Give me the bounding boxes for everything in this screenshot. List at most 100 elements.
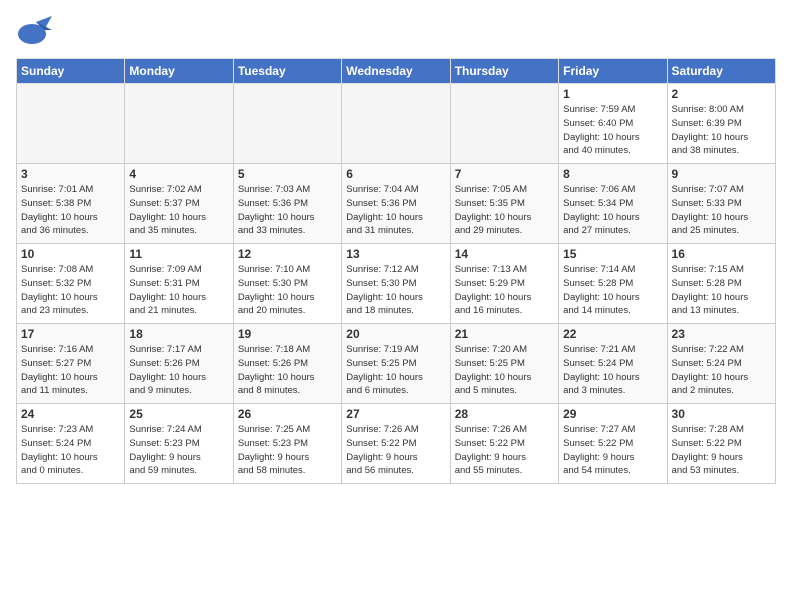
day-info: Sunrise: 7:22 AM Sunset: 5:24 PM Dayligh… [672, 343, 771, 398]
day-number: 9 [672, 167, 771, 181]
day-info: Sunrise: 7:23 AM Sunset: 5:24 PM Dayligh… [21, 423, 120, 478]
calendar-cell: 21 Sunrise: 7:20 AM Sunset: 5:25 PM Dayli… [450, 324, 558, 404]
calendar-cell: 5 Sunrise: 7:03 AM Sunset: 5:36 PM Daylig… [233, 164, 341, 244]
day-number: 23 [672, 327, 771, 341]
calendar-cell [342, 84, 450, 164]
day-info: Sunrise: 7:07 AM Sunset: 5:33 PM Dayligh… [672, 183, 771, 238]
day-info: Sunrise: 7:09 AM Sunset: 5:31 PM Dayligh… [129, 263, 228, 318]
day-info: Sunrise: 7:26 AM Sunset: 5:22 PM Dayligh… [455, 423, 554, 478]
day-info: Sunrise: 7:19 AM Sunset: 5:25 PM Dayligh… [346, 343, 445, 398]
day-number: 14 [455, 247, 554, 261]
calendar-weekday-wednesday: Wednesday [342, 59, 450, 84]
calendar-cell: 30Sunrise: 7:28 AM Sunset: 5:22 PM Dayli… [667, 404, 775, 484]
day-info: Sunrise: 7:13 AM Sunset: 5:29 PM Dayligh… [455, 263, 554, 318]
calendar-cell: 2 Sunrise: 8:00 AM Sunset: 6:39 PM Daylig… [667, 84, 775, 164]
day-number: 1 [563, 87, 662, 101]
day-number: 8 [563, 167, 662, 181]
calendar-cell [17, 84, 125, 164]
logo [16, 16, 56, 48]
day-info: Sunrise: 7:14 AM Sunset: 5:28 PM Dayligh… [563, 263, 662, 318]
day-info: Sunrise: 7:03 AM Sunset: 5:36 PM Dayligh… [238, 183, 337, 238]
calendar-cell: 22 Sunrise: 7:21 AM Sunset: 5:24 PM Dayli… [559, 324, 667, 404]
day-info: Sunrise: 8:00 AM Sunset: 6:39 PM Dayligh… [672, 103, 771, 158]
day-info: Sunrise: 7:06 AM Sunset: 5:34 PM Dayligh… [563, 183, 662, 238]
calendar-cell: 12Sunrise: 7:10 AM Sunset: 5:30 PM Dayli… [233, 244, 341, 324]
calendar-weekday-saturday: Saturday [667, 59, 775, 84]
day-info: Sunrise: 7:12 AM Sunset: 5:30 PM Dayligh… [346, 263, 445, 318]
calendar-cell: 7 Sunrise: 7:05 AM Sunset: 5:35 PM Daylig… [450, 164, 558, 244]
day-info: Sunrise: 7:27 AM Sunset: 5:22 PM Dayligh… [563, 423, 662, 478]
calendar-cell: 13 Sunrise: 7:12 AM Sunset: 5:30 PM Dayli… [342, 244, 450, 324]
day-number: 20 [346, 327, 445, 341]
calendar-body: 1 Sunrise: 7:59 AM Sunset: 6:40 PM Daylig… [17, 84, 776, 484]
calendar-cell: 29 Sunrise: 7:27 AM Sunset: 5:22 PM Dayli… [559, 404, 667, 484]
calendar-cell: 8 Sunrise: 7:06 AM Sunset: 5:34 PM Daylig… [559, 164, 667, 244]
day-number: 2 [672, 87, 771, 101]
day-info: Sunrise: 7:01 AM Sunset: 5:38 PM Dayligh… [21, 183, 120, 238]
day-info: Sunrise: 7:04 AM Sunset: 5:36 PM Dayligh… [346, 183, 445, 238]
day-number: 5 [238, 167, 337, 181]
day-number: 27 [346, 407, 445, 421]
logo-icon [16, 16, 52, 48]
day-number: 22 [563, 327, 662, 341]
day-info: Sunrise: 7:59 AM Sunset: 6:40 PM Dayligh… [563, 103, 662, 158]
calendar-cell: 26 Sunrise: 7:25 AM Sunset: 5:23 PM Dayli… [233, 404, 341, 484]
day-info: Sunrise: 7:20 AM Sunset: 5:25 PM Dayligh… [455, 343, 554, 398]
calendar-cell: 19 Sunrise: 7:18 AM Sunset: 5:26 PM Dayli… [233, 324, 341, 404]
day-number: 15 [563, 247, 662, 261]
day-number: 16 [672, 247, 771, 261]
day-number: 7 [455, 167, 554, 181]
calendar-week-row: 17 Sunrise: 7:16 AM Sunset: 5:27 PM Dayli… [17, 324, 776, 404]
calendar-weekday-sunday: Sunday [17, 59, 125, 84]
calendar-cell: 24 Sunrise: 7:23 AM Sunset: 5:24 PM Dayli… [17, 404, 125, 484]
calendar-cell: 9 Sunrise: 7:07 AM Sunset: 5:33 PM Daylig… [667, 164, 775, 244]
calendar-weekday-friday: Friday [559, 59, 667, 84]
calendar-cell: 16 Sunrise: 7:15 AM Sunset: 5:28 PM Dayli… [667, 244, 775, 324]
calendar-header-row: SundayMondayTuesdayWednesdayThursdayFrid… [17, 59, 776, 84]
day-number: 25 [129, 407, 228, 421]
calendar-cell: 3Sunrise: 7:01 AM Sunset: 5:38 PM Daylig… [17, 164, 125, 244]
calendar-cell: 6 Sunrise: 7:04 AM Sunset: 5:36 PM Daylig… [342, 164, 450, 244]
day-number: 17 [21, 327, 120, 341]
day-number: 11 [129, 247, 228, 261]
day-number: 6 [346, 167, 445, 181]
calendar-cell: 11 Sunrise: 7:09 AM Sunset: 5:31 PM Dayli… [125, 244, 233, 324]
day-number: 21 [455, 327, 554, 341]
calendar-weekday-tuesday: Tuesday [233, 59, 341, 84]
calendar-week-row: 3Sunrise: 7:01 AM Sunset: 5:38 PM Daylig… [17, 164, 776, 244]
day-number: 12 [238, 247, 337, 261]
calendar-weekday-monday: Monday [125, 59, 233, 84]
day-number: 29 [563, 407, 662, 421]
day-info: Sunrise: 7:21 AM Sunset: 5:24 PM Dayligh… [563, 343, 662, 398]
day-info: Sunrise: 7:02 AM Sunset: 5:37 PM Dayligh… [129, 183, 228, 238]
calendar-table: SundayMondayTuesdayWednesdayThursdayFrid… [16, 58, 776, 484]
day-info: Sunrise: 7:25 AM Sunset: 5:23 PM Dayligh… [238, 423, 337, 478]
calendar-cell: 20 Sunrise: 7:19 AM Sunset: 5:25 PM Dayli… [342, 324, 450, 404]
calendar-cell [233, 84, 341, 164]
calendar-cell: 28 Sunrise: 7:26 AM Sunset: 5:22 PM Dayli… [450, 404, 558, 484]
day-number: 10 [21, 247, 120, 261]
calendar-cell: 27 Sunrise: 7:26 AM Sunset: 5:22 PM Dayli… [342, 404, 450, 484]
calendar-cell: 18Sunrise: 7:17 AM Sunset: 5:26 PM Dayli… [125, 324, 233, 404]
calendar-cell [125, 84, 233, 164]
calendar-cell: 10Sunrise: 7:08 AM Sunset: 5:32 PM Dayli… [17, 244, 125, 324]
calendar-weekday-thursday: Thursday [450, 59, 558, 84]
day-number: 24 [21, 407, 120, 421]
day-info: Sunrise: 7:17 AM Sunset: 5:26 PM Dayligh… [129, 343, 228, 398]
day-number: 19 [238, 327, 337, 341]
day-number: 4 [129, 167, 228, 181]
calendar-cell: 17 Sunrise: 7:16 AM Sunset: 5:27 PM Dayli… [17, 324, 125, 404]
day-info: Sunrise: 7:18 AM Sunset: 5:26 PM Dayligh… [238, 343, 337, 398]
day-info: Sunrise: 7:16 AM Sunset: 5:27 PM Dayligh… [21, 343, 120, 398]
calendar-cell: 23 Sunrise: 7:22 AM Sunset: 5:24 PM Dayli… [667, 324, 775, 404]
calendar-cell: 15 Sunrise: 7:14 AM Sunset: 5:28 PM Dayli… [559, 244, 667, 324]
page-header [16, 16, 776, 48]
calendar-cell: 14 Sunrise: 7:13 AM Sunset: 5:29 PM Dayli… [450, 244, 558, 324]
day-number: 26 [238, 407, 337, 421]
day-info: Sunrise: 7:26 AM Sunset: 5:22 PM Dayligh… [346, 423, 445, 478]
day-info: Sunrise: 7:15 AM Sunset: 5:28 PM Dayligh… [672, 263, 771, 318]
day-number: 13 [346, 247, 445, 261]
day-number: 28 [455, 407, 554, 421]
day-info: Sunrise: 7:05 AM Sunset: 5:35 PM Dayligh… [455, 183, 554, 238]
calendar-week-row: 10Sunrise: 7:08 AM Sunset: 5:32 PM Dayli… [17, 244, 776, 324]
